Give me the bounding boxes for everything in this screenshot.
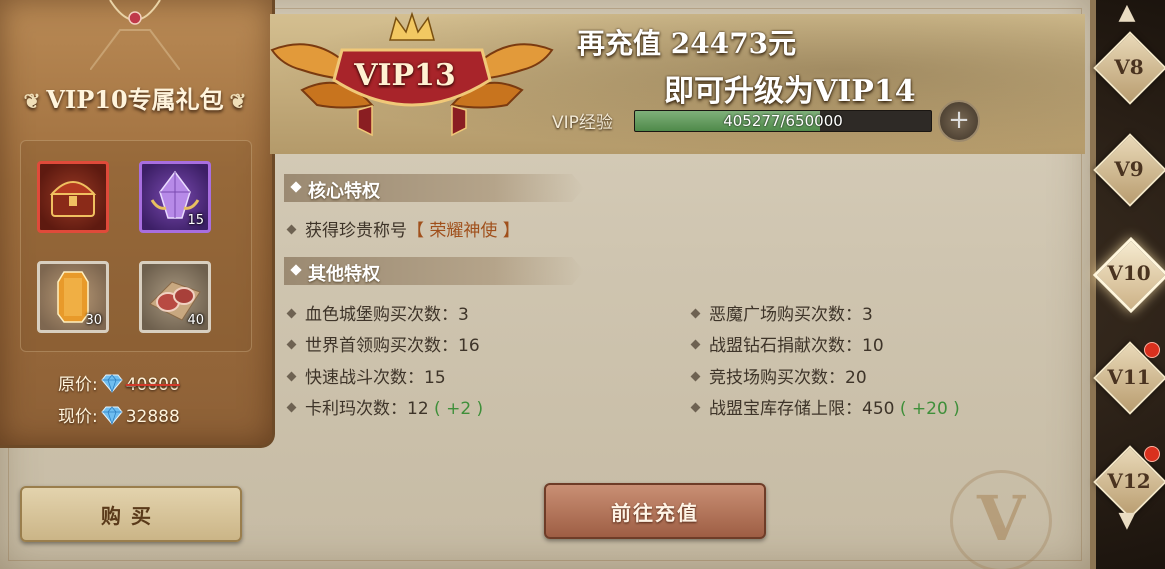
notification-badge-icon <box>1144 446 1160 462</box>
scroll-up-arrow-icon[interactable]: ▲ <box>1114 0 1140 26</box>
item-purple-crystal[interactable]: 15 <box>139 161 211 233</box>
tier-v11[interactable]: V11 <box>1093 341 1165 415</box>
diamond-bullet-icon <box>290 181 302 193</box>
bullet-icon <box>286 224 297 234</box>
privilege-bonus: ( +20 ) <box>899 399 960 419</box>
privilege-item: 竞技场购买次数：20 <box>690 363 867 388</box>
bullet-icon <box>690 339 701 349</box>
tier-v8[interactable]: V8 <box>1093 31 1165 105</box>
go-recharge-button[interactable]: 前往充值 <box>544 483 766 539</box>
privilege-text: 战盟宝库存储上限：450 <box>709 399 895 419</box>
tier-v10[interactable]: V10 <box>1092 236 1165 314</box>
original-price-label: 原价: <box>58 375 98 395</box>
privilege-text: 世界首领购买次数：16 <box>305 336 480 356</box>
item-count: 40 <box>187 313 204 328</box>
privilege-text: 战盟钻石捐献次数：10 <box>709 336 884 356</box>
privilege-item: 战盟宝库存储上限：450 ( +20 ) <box>690 394 960 419</box>
privilege-text: 快速战斗次数：15 <box>305 368 446 388</box>
privilege-text: 血色城堡购买次数：3 <box>305 305 469 325</box>
upgrade-target-text: 即可升级为VIP14 <box>664 74 916 109</box>
privilege-bonus: ( +2 ) <box>434 399 484 419</box>
v-watermark-icon: V <box>950 470 1052 569</box>
core-privilege-header: 核心特权 <box>284 174 584 202</box>
crown-icon <box>389 11 435 41</box>
item-meat[interactable]: 40 <box>139 261 211 333</box>
tier-label: V10 <box>1107 261 1151 285</box>
bullet-icon <box>690 402 701 412</box>
vip-package-card: ❦ VIP10专属礼包 ❦ 15 30 40 原价: 40800 现价: 328… <box>0 0 275 448</box>
tier-v12[interactable]: V12 <box>1093 445 1165 519</box>
core-privilege-text: 获得珍贵称号 <box>305 221 407 241</box>
core-privilege-line: 获得珍贵称号【 荣耀神使 】 <box>286 216 520 241</box>
other-privilege-header: 其他特权 <box>284 257 584 285</box>
privilege-text: 恶魔广场购买次数：3 <box>709 305 873 325</box>
buy-button[interactable]: 购买 <box>20 486 242 542</box>
package-items-grid: 15 30 40 <box>20 140 252 352</box>
add-exp-button[interactable]: + <box>938 100 980 142</box>
privilege-item: 恶魔广场购买次数：3 <box>690 300 873 325</box>
other-privilege-title: 其他特权 <box>308 264 380 285</box>
bullet-icon <box>286 371 297 381</box>
core-privilege-title: 核心特权 <box>308 181 380 202</box>
package-tag-decoration <box>90 0 180 70</box>
privilege-item: 世界首领购买次数：16 <box>286 331 480 356</box>
bullet-icon <box>286 402 297 412</box>
privilege-text: 竞技场购买次数：20 <box>709 368 867 388</box>
treasure-chest-icon <box>49 181 97 217</box>
vip-screen: ❦ VIP10专属礼包 ❦ 15 30 40 原价: 40800 现价: 328… <box>0 0 1165 569</box>
item-amber-gem[interactable]: 30 <box>37 261 109 333</box>
privilege-item: 战盟钻石捐献次数：10 <box>690 331 884 356</box>
ornament-left-icon: ❦ <box>23 89 41 113</box>
current-price-value: 32888 <box>125 407 180 427</box>
item-treasure-chest[interactable] <box>37 161 109 233</box>
vip-exp-label: VIP经验 <box>552 113 613 133</box>
ornament-right-icon: ❦ <box>229 89 247 113</box>
recharge-amount-text: 再充值 24473元 <box>577 27 797 60</box>
original-price: 原价: 40800 <box>58 370 180 398</box>
current-price: 现价: 32888 <box>58 402 180 430</box>
honor-title-text: 【 荣耀神使 】 <box>407 221 520 241</box>
diamond-bullet-icon <box>290 264 302 276</box>
vip-exp-value: 405277/650000 <box>723 112 843 130</box>
notification-badge-icon <box>1144 342 1160 358</box>
item-count: 30 <box>85 313 102 328</box>
vip-exp-progress-bar: 405277/650000 <box>634 110 932 132</box>
package-title-text: VIP10专属礼包 <box>46 85 224 114</box>
bullet-icon <box>286 339 297 349</box>
vip-level-text: VIP13 <box>354 58 456 93</box>
privilege-item: 快速战斗次数：15 <box>286 363 446 388</box>
privilege-item: 卡利玛次数：12 ( +2 ) <box>286 394 484 419</box>
item-count: 15 <box>187 213 204 228</box>
tier-label: V9 <box>1114 157 1144 181</box>
current-price-label: 现价: <box>58 407 98 427</box>
diamond-icon <box>101 405 123 430</box>
bullet-icon <box>690 308 701 318</box>
tier-label: V8 <box>1114 55 1144 79</box>
bullet-icon <box>286 308 297 318</box>
diamond-icon <box>101 373 123 398</box>
privilege-text: 卡利玛次数：12 <box>305 399 429 419</box>
privilege-item: 血色城堡购买次数：3 <box>286 300 469 325</box>
scroll-down-arrow-icon[interactable]: ▼ <box>1114 508 1140 534</box>
vip-tier-nav: ▲ V8 V9 V10 V11 V12 ▼ <box>1092 0 1165 569</box>
original-price-value: 40800 <box>125 375 180 395</box>
tier-v9[interactable]: V9 <box>1093 133 1165 207</box>
bullet-icon <box>690 371 701 381</box>
package-title: ❦ VIP10专属礼包 ❦ <box>0 80 270 115</box>
